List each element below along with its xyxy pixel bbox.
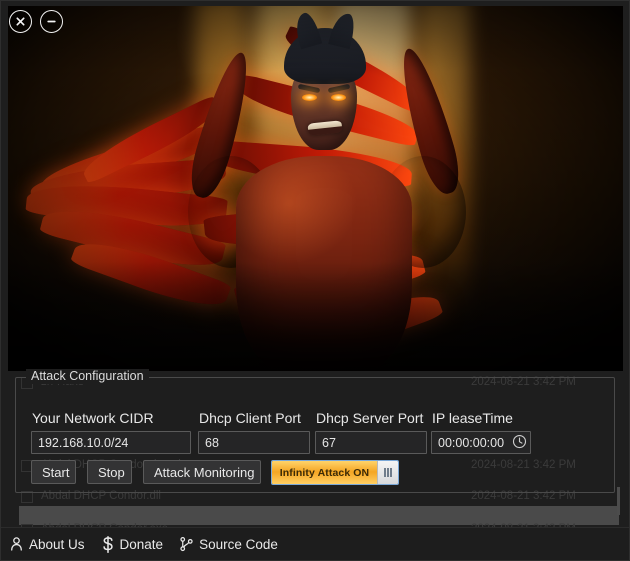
- minimize-button[interactable]: [40, 10, 63, 33]
- hero-artwork: [8, 6, 623, 371]
- donate-link[interactable]: Donate: [101, 535, 164, 553]
- toggle-handle[interactable]: [378, 461, 398, 484]
- donate-label: Donate: [119, 536, 164, 552]
- toggle-track: Infinity Attack ON: [272, 461, 378, 484]
- dollar-icon: [102, 535, 113, 553]
- app-window: zh-Hans 2024-08-21 3:42 PM File folder A…: [0, 0, 630, 561]
- about-us-link[interactable]: About Us: [9, 536, 85, 552]
- source-code-label: Source Code: [199, 536, 278, 552]
- clock-icon[interactable]: [512, 434, 527, 449]
- minimize-icon: [47, 20, 56, 23]
- ghost-scrollbar: [617, 487, 620, 515]
- bottom-bar: About Us Donate Source Code: [1, 527, 629, 560]
- source-code-link[interactable]: Source Code: [179, 536, 278, 552]
- group-legend: Attack Configuration: [26, 369, 149, 384]
- close-button[interactable]: [9, 10, 32, 33]
- about-us-label: About Us: [29, 536, 85, 552]
- toggle-label: Infinity Attack ON: [279, 466, 370, 479]
- grip-line: [387, 468, 389, 477]
- git-branch-icon: [180, 537, 193, 552]
- ghost-row-selected: [19, 506, 619, 525]
- close-icon: [16, 17, 25, 26]
- grip-line: [390, 468, 392, 477]
- grip-line: [384, 468, 386, 477]
- vignette-overlay: [8, 6, 623, 371]
- window-controls: [9, 10, 63, 33]
- person-icon: [11, 537, 22, 551]
- infinity-attack-toggle[interactable]: Infinity Attack ON: [271, 460, 399, 485]
